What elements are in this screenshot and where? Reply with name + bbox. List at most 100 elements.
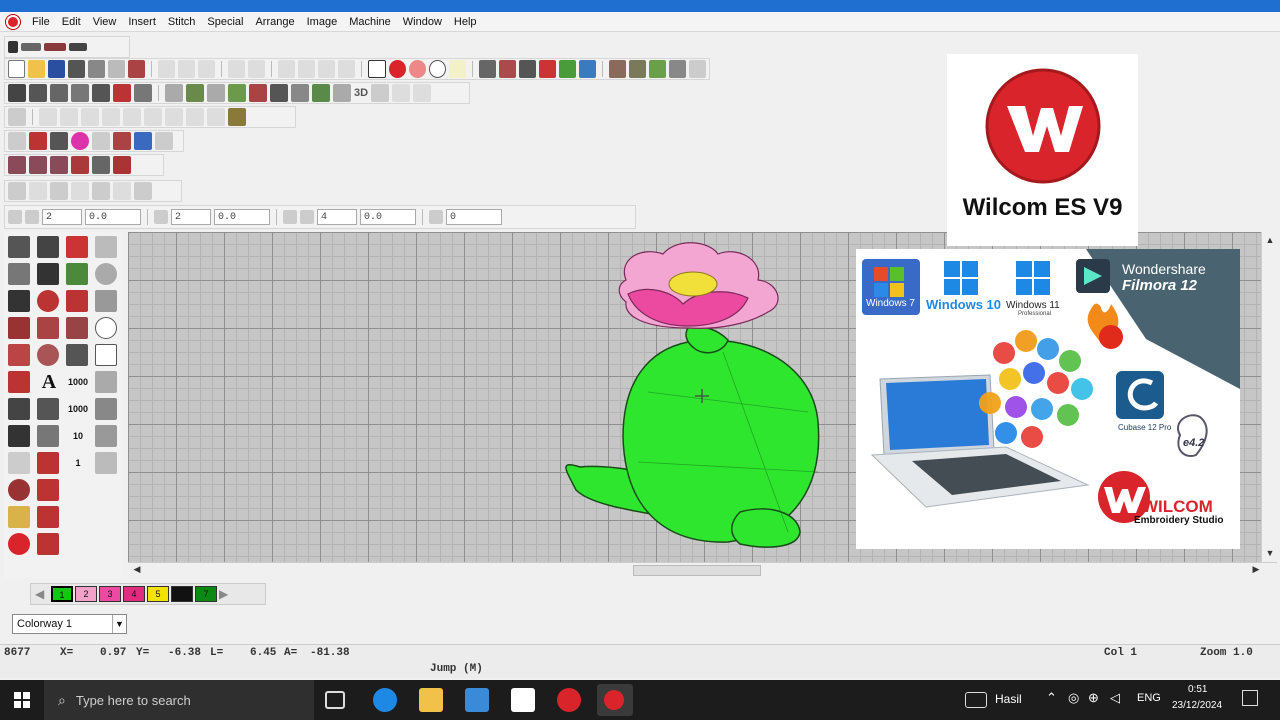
distribute-icon[interactable] [186,108,204,126]
layers-icon[interactable] [333,84,351,102]
target-tool-icon[interactable] [37,290,59,312]
browse-icon[interactable] [128,60,146,78]
menu-image[interactable]: Image [301,16,344,28]
people-icon[interactable] [134,132,152,150]
scroll-up-icon[interactable]: ▲ [1263,234,1277,247]
flower-icon[interactable] [71,132,89,150]
select-tool-icon[interactable] [8,236,30,258]
new-file-icon[interactable] [8,60,26,78]
row-spacing-field[interactable]: 0.0 [85,209,141,225]
flip-v-icon[interactable] [102,108,120,126]
store-icon[interactable] [465,688,489,712]
tree-icon[interactable] [648,60,666,78]
zigzag-tool-icon[interactable] [8,344,30,366]
menu-view[interactable]: View [87,16,123,28]
node-split-icon[interactable] [71,182,89,200]
menu-machine[interactable]: Machine [343,16,397,28]
menu-arrange[interactable]: Arrange [249,16,300,28]
vertical-scrollbar[interactable]: ▲ ▼ [1261,232,1277,562]
contour-icon[interactable] [165,84,183,102]
knife-tool-icon[interactable] [8,317,30,339]
select-arrow-icon[interactable] [8,41,18,53]
triangle-icon[interactable] [270,84,288,102]
line-tool-icon[interactable] [37,425,59,447]
angle-icon[interactable] [429,210,443,224]
swatch-5[interactable]: 5 [147,586,169,602]
export-icon[interactable] [108,60,126,78]
palette-next-icon[interactable]: ▶ [219,587,233,601]
reshape-icon[interactable] [21,43,41,51]
node-add-icon[interactable] [29,182,47,200]
column-spacing-field[interactable]: 0.0 [214,209,270,225]
chain-tool-icon[interactable] [37,479,59,501]
node-corner-icon[interactable] [134,182,152,200]
align-icon[interactable] [165,108,183,126]
sequence-icon[interactable] [69,43,87,51]
bucket-tool-icon[interactable] [8,506,30,528]
palette-prev-icon[interactable]: ◀ [35,587,49,601]
swatch-7[interactable]: 7 [195,586,217,602]
stamp-tool-icon[interactable] [66,344,88,366]
fabric-icon[interactable] [668,60,687,78]
copy-icon[interactable] [178,60,196,78]
column-tool-icon[interactable] [37,317,59,339]
needle-icon[interactable] [478,60,496,78]
print-icon[interactable] [68,60,86,78]
branch-tool-icon[interactable] [8,425,30,447]
mirror-icon[interactable] [8,108,26,126]
grid-icon[interactable] [518,60,536,78]
shape-icon[interactable] [92,132,110,150]
cactus-body[interactable] [622,339,820,543]
house-tool-icon[interactable] [37,263,59,285]
undo-icon[interactable] [228,60,246,78]
pull-comp-icon[interactable] [50,132,68,150]
cross-stitch-icon[interactable] [113,84,131,102]
app-icon[interactable] [6,14,20,29]
manual-tool-icon[interactable] [8,398,30,420]
overview-icon[interactable] [92,156,110,174]
edge-browser-icon[interactable] [373,688,397,712]
ghost-tool-icon[interactable] [8,452,30,474]
trunk-tool-icon[interactable] [66,317,88,339]
satin-icon[interactable] [8,84,26,102]
sequin-icon[interactable] [312,84,330,102]
globe-icon[interactable]: ⊕ [1088,690,1099,706]
globe-tool-icon[interactable] [37,344,59,366]
clock-time[interactable]: 0:51 [1188,684,1207,695]
node-smooth-icon[interactable] [113,182,131,200]
program-split-icon[interactable] [50,84,68,102]
network-icon[interactable]: ◎ [1068,690,1079,706]
chevron-up-icon[interactable]: ⌃ [1046,690,1057,706]
cut-tool-icon[interactable] [8,290,30,312]
rows-field[interactable]: 2 [42,209,82,225]
motif-fill-icon[interactable] [92,84,110,102]
closed-shape-tool-icon[interactable] [95,425,117,447]
weather-icon[interactable] [965,692,987,708]
design-icon[interactable] [8,156,26,174]
trim-icon[interactable] [113,132,131,150]
mail-icon[interactable] [511,688,535,712]
rotate-right-icon[interactable] [60,108,78,126]
scroll-left-icon[interactable]: ◀ [130,563,144,576]
color-icon[interactable] [498,60,516,78]
auto-start-icon[interactable] [155,132,173,150]
monogram-1000-tool[interactable]: 1000 [64,369,92,396]
ruler-icon[interactable] [628,60,646,78]
picture-icon[interactable] [578,60,596,78]
show-outlines-icon[interactable] [408,60,426,78]
line-red-tool-icon[interactable] [37,452,59,474]
landscape-icon[interactable] [558,60,576,78]
hoop-view-icon[interactable] [29,156,47,174]
stroke2-tool-icon[interactable] [37,533,59,555]
clock-date[interactable]: 23/12/2024 [1172,700,1222,711]
flower-center[interactable] [668,271,718,297]
tatami-icon[interactable] [29,84,47,102]
reshape-tool-icon[interactable] [37,236,59,258]
grid-toggle-icon[interactable] [8,132,26,150]
color-film-icon[interactable] [71,156,89,174]
scroll-down-icon[interactable]: ▼ [1263,547,1277,560]
checkbox-tool-icon[interactable] [368,60,386,78]
app-red-icon[interactable] [557,688,581,712]
cut-icon[interactable] [158,60,176,78]
loop-tool-icon[interactable] [8,479,30,501]
